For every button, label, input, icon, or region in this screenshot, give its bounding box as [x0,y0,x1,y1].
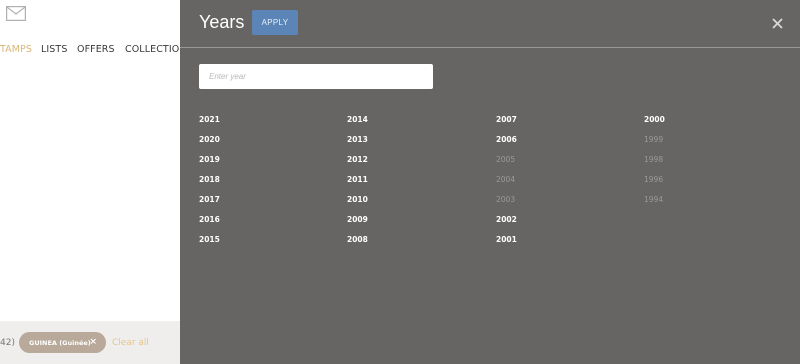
year-option-2017[interactable]: 2017 [199,195,220,204]
year-option-2006[interactable]: 2006 [496,135,517,144]
year-option-1999: 1999 [644,135,664,144]
year-option-2018[interactable]: 2018 [199,175,220,184]
apply-button[interactable]: APPLY [252,10,298,35]
main-nav: TAMPS LISTS OFFERS COLLECTIONS [0,44,200,58]
year-option-2009[interactable]: 2009 [347,215,368,224]
year-option-2004: 2004 [496,175,516,184]
year-option-2005: 2005 [496,155,516,164]
year-option-2014[interactable]: 2014 [347,115,368,124]
filter-chip-label: GUINEA (Guinée) [29,338,91,347]
year-option-2001[interactable]: 2001 [496,235,517,244]
year-option-2021[interactable]: 2021 [199,115,220,124]
year-option-2019[interactable]: 2019 [199,155,220,164]
year-option-2003: 2003 [496,195,516,204]
years-filter-panel: Years APPLY 2021 2020 2019 2018 2017 2016 2015… [180,0,800,364]
year-option-2020[interactable]: 2020 [199,135,220,144]
active-filters-bar: 42) GUINEA (Guinée) × Clear all [0,321,180,364]
year-option-2016[interactable]: 2016 [199,215,220,224]
close-icon[interactable] [772,18,783,29]
year-option-2010[interactable]: 2010 [347,195,368,204]
year-option-2015[interactable]: 2015 [199,235,220,244]
year-option-1998: 1998 [644,155,664,164]
filter-chip-guinea[interactable]: GUINEA (Guinée) × [19,332,106,353]
mail-icon[interactable] [6,6,26,21]
nav-stamps[interactable]: TAMPS [0,44,32,55]
remove-filter-icon[interactable]: × [89,337,97,347]
result-count: 42) [0,338,15,348]
nav-offers[interactable]: OFFERS [77,44,115,55]
year-option-2002[interactable]: 2002 [496,215,517,224]
year-search-input[interactable] [199,64,433,89]
panel-divider [180,47,800,48]
year-option-2000[interactable]: 2000 [644,115,665,124]
year-option-2013[interactable]: 2013 [347,135,368,144]
background-page: TAMPS LISTS OFFERS COLLECTIONS 42) GUINE… [0,0,193,364]
nav-lists[interactable]: LISTS [41,44,67,55]
year-option-1996: 1996 [644,175,664,184]
panel-title: Years [199,12,245,32]
year-option-2008[interactable]: 2008 [347,235,368,244]
clear-all-link[interactable]: Clear all [112,338,149,348]
year-option-2007[interactable]: 2007 [496,115,517,124]
year-option-2012[interactable]: 2012 [347,155,368,164]
year-option-1994: 1994 [644,195,664,204]
year-option-2011[interactable]: 2011 [347,175,368,184]
